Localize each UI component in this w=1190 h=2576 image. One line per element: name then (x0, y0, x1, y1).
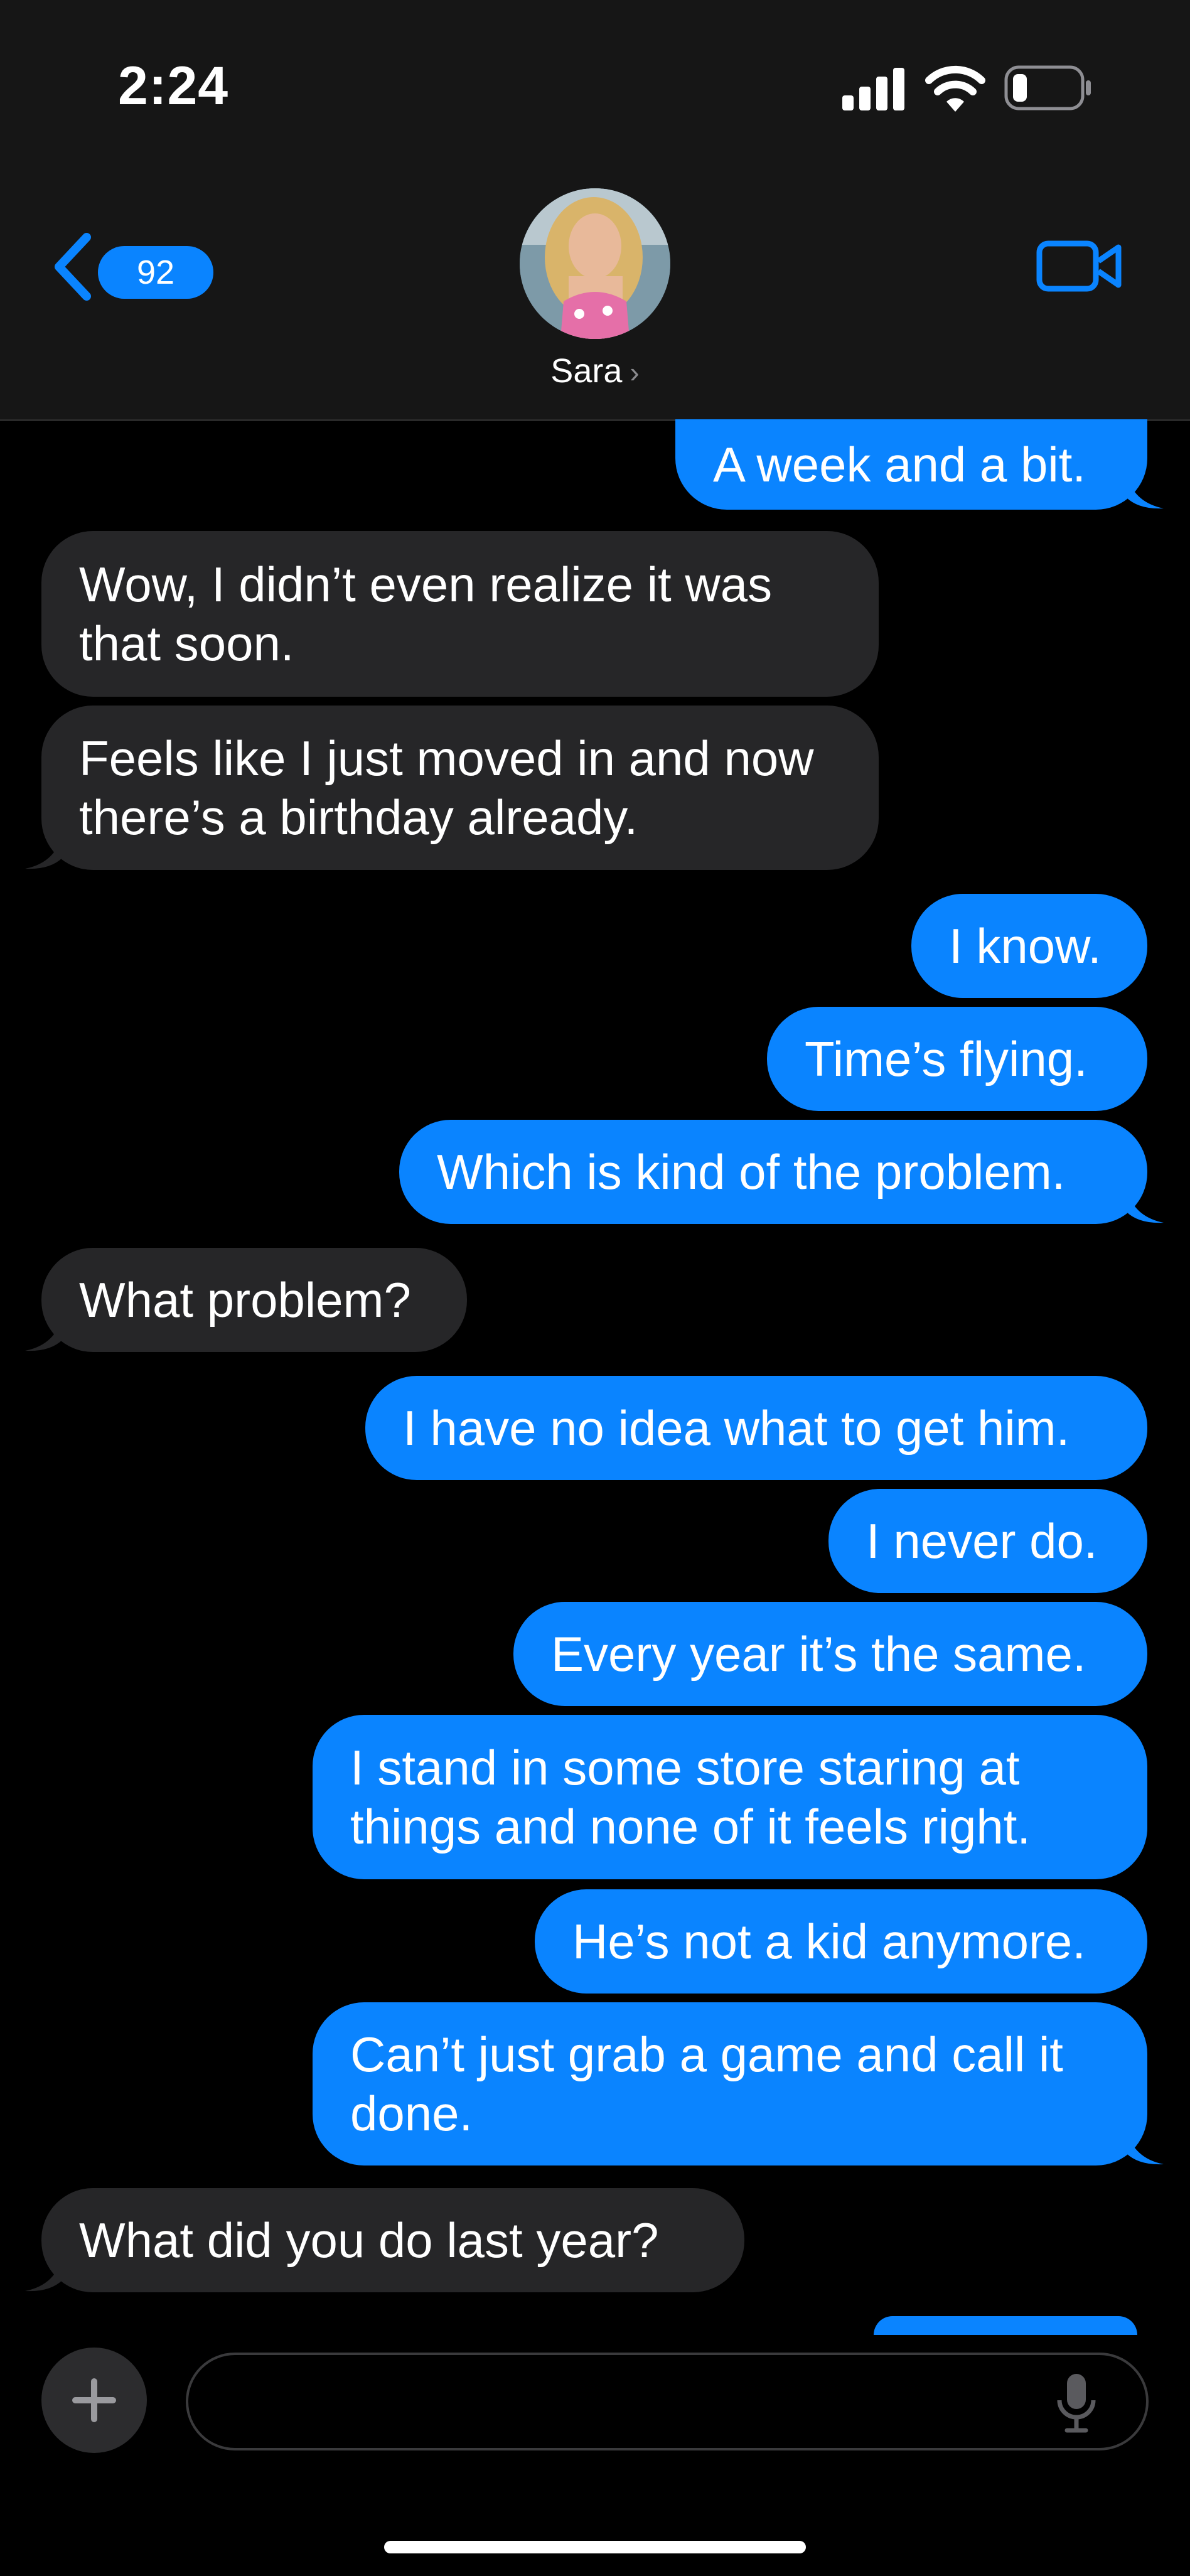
conversation-header: 2:24 92 Sara › (0, 0, 1190, 421)
contact-name-button[interactable]: Sara › (0, 352, 1190, 390)
message-bubble-outgoing[interactable]: I stand in some store staring at things … (313, 1715, 1147, 1879)
message-bubble-outgoing[interactable]: Time’s flying. (767, 1007, 1147, 1111)
message-text: What problem? (79, 1272, 411, 1328)
message-input[interactable] (186, 2353, 1149, 2450)
message-bubble-outgoing[interactable]: I never do. (828, 1489, 1147, 1593)
message-bubble-partial (874, 2316, 1137, 2335)
bubble-tail (25, 1314, 63, 1351)
status-time: 2:24 (118, 56, 229, 116)
message-bubble-outgoing[interactable]: Can’t just grab a game and call it done. (313, 2002, 1147, 2165)
message-text: Feels like I just moved in and now there… (79, 731, 814, 845)
message-text: I never do. (866, 1513, 1098, 1569)
avatar-image (520, 188, 670, 339)
bubble-tail (1126, 472, 1164, 509)
bubble-tail (1126, 1186, 1164, 1223)
wifi-icon (925, 65, 985, 112)
plus-icon (72, 2378, 116, 2422)
message-bubble-outgoing[interactable]: Which is kind of the problem. (399, 1120, 1147, 1224)
back-button[interactable]: 92 (48, 226, 213, 308)
message-bubble-incoming[interactable]: What problem? (41, 1248, 467, 1352)
message-bubble-incoming[interactable]: What did you do last year? (41, 2188, 744, 2292)
bubble-tail (1126, 2128, 1164, 2165)
message-text: He’s not a kid anymore. (572, 1914, 1086, 1969)
unread-count-badge: 92 (98, 246, 213, 299)
signal-icon (842, 68, 904, 110)
message-text: Time’s flying. (805, 1031, 1088, 1087)
message-bubble-outgoing[interactable]: I know. (911, 894, 1147, 998)
contact-avatar[interactable] (520, 188, 670, 339)
message-text: A week and a bit. (713, 437, 1086, 492)
message-bubble-outgoing[interactable]: I have no idea what to get him. (365, 1376, 1147, 1480)
message-bubble-incoming[interactable]: Feels like I just moved in and now there… (41, 706, 879, 870)
chevron-right-icon: › (630, 356, 640, 389)
message-text: I stand in some store staring at things … (350, 1740, 1031, 1854)
battery-icon (1004, 65, 1091, 110)
message-text: Which is kind of the problem. (437, 1144, 1066, 1199)
message-text: Wow, I didn’t even realize it was that s… (79, 557, 773, 671)
message-text: Can’t just grab a game and call it done. (350, 2027, 1063, 2141)
video-camera-icon[interactable] (1036, 235, 1123, 298)
message-text: I know. (949, 918, 1102, 974)
message-bubble-outgoing[interactable]: He’s not a kid anymore. (535, 1889, 1147, 1994)
bubble-tail (25, 2255, 63, 2292)
message-text: Every year it’s the same. (551, 1626, 1086, 1682)
home-indicator (384, 2541, 806, 2553)
microphone-icon[interactable] (1054, 2371, 1098, 2434)
contact-name: Sara (550, 352, 623, 390)
message-bubble-incoming[interactable]: Wow, I didn’t even realize it was that s… (41, 531, 879, 697)
back-chevron-icon (55, 233, 91, 301)
message-text: What did you do last year? (79, 2213, 659, 2268)
message-text: I have no idea what to get him. (403, 1400, 1070, 1456)
message-bubble-outgoing[interactable]: A week and a bit. (675, 419, 1147, 510)
add-attachment-button[interactable] (41, 2348, 147, 2453)
bubble-tail (25, 832, 63, 869)
message-bubble-outgoing[interactable]: Every year it’s the same. (513, 1602, 1147, 1706)
